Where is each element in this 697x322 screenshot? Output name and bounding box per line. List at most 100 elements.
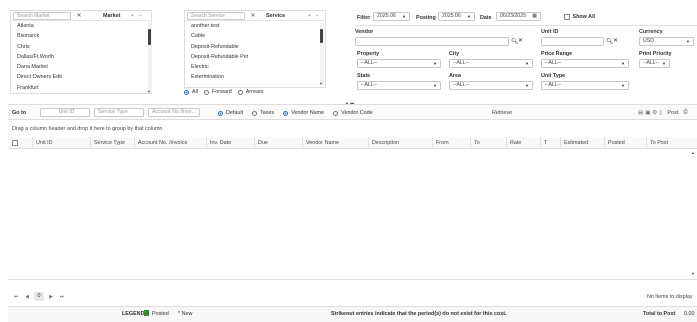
- chevron-down-icon: ▼: [433, 61, 437, 66]
- market-clear-icon[interactable]: ✕: [75, 12, 83, 19]
- chevron-down-icon: ▼: [621, 83, 625, 88]
- grid-scroll-down-icon[interactable]: ▼: [691, 271, 695, 276]
- property-select[interactable]: --ALL-- ▼: [357, 59, 441, 68]
- posting-period-select[interactable]: 2025.06 ▼: [438, 12, 475, 21]
- column-unit-id[interactable]: Unit ID: [32, 137, 90, 149]
- scope-all-radio[interactable]: [184, 89, 189, 95]
- first-page-icon[interactable]: ⏮: [12, 294, 20, 300]
- market-scroll-thumb[interactable]: [148, 29, 151, 45]
- price-range-select[interactable]: --ALL-- ▼: [541, 59, 629, 68]
- filter-period-value: 2025.06: [377, 13, 396, 19]
- print-priority-select[interactable]: --ALL-- ▼: [639, 59, 670, 68]
- column-rate[interactable]: Rate: [506, 137, 540, 149]
- column-to[interactable]: To: [470, 137, 506, 149]
- column-estimated[interactable]: Estimated: [560, 137, 604, 149]
- property-label: Property: [357, 51, 380, 57]
- service-scroll-down-icon[interactable]: ▼: [319, 81, 323, 86]
- market-scroll-down-icon[interactable]: ▼: [147, 89, 151, 94]
- service-list-item[interactable]: Electric: [185, 62, 325, 72]
- column-description[interactable]: Description: [368, 137, 432, 149]
- scope-forward-radio[interactable]: [204, 89, 209, 95]
- column-from[interactable]: From: [432, 137, 470, 149]
- prev-page-icon[interactable]: ◀: [23, 294, 31, 300]
- column-inv-date[interactable]: Inv. Date: [206, 137, 254, 149]
- service-scroll-thumb[interactable]: [320, 29, 323, 43]
- goto-account-input[interactable]: Account No./Invo...: [148, 108, 200, 117]
- service-scrollbar[interactable]: [320, 23, 324, 85]
- currency-select[interactable]: USD ▼: [639, 37, 694, 46]
- market-scrollbar[interactable]: [148, 23, 152, 91]
- area-select[interactable]: --ALL-- ▼: [449, 81, 533, 90]
- print-icon[interactable]: ⎙: [683, 109, 687, 116]
- service-search-input[interactable]: Search Service: [187, 11, 245, 20]
- unit-id-input[interactable]: [541, 37, 604, 46]
- market-search-input[interactable]: Search Market: [13, 11, 71, 20]
- document-icon[interactable]: ▯: [659, 110, 662, 116]
- service-panel: Search Service ✕ Service + – another tes…: [184, 10, 326, 88]
- unit-type-select[interactable]: --ALL-- ▼: [541, 81, 629, 90]
- columns-icon[interactable]: ▤: [638, 110, 643, 116]
- total-to-post-label: Total to Post: [643, 311, 676, 317]
- column-service-type[interactable]: Service Type: [90, 137, 134, 149]
- service-collapse-icon[interactable]: –: [313, 13, 321, 19]
- grid-body: [8, 149, 697, 279]
- goto-service-type-input[interactable]: Service Type: [94, 108, 144, 117]
- view-vendor-name-radio[interactable]: [283, 110, 289, 116]
- vendor-clear-icon[interactable]: ✕: [518, 37, 523, 44]
- column-due[interactable]: Due: [254, 137, 302, 149]
- service-list-item[interactable]: Deposit-Refundable Pet: [185, 52, 325, 62]
- vendor-input[interactable]: [355, 37, 509, 46]
- date-input[interactable]: 06/23/2025 ▦: [496, 12, 541, 21]
- service-list-item[interactable]: Cable: [185, 31, 325, 41]
- market-list-item[interactable]: Chris: [11, 42, 151, 52]
- save-icon[interactable]: ▣: [645, 110, 650, 116]
- currency-label: Currency: [639, 29, 663, 35]
- next-page-icon[interactable]: ▶: [47, 294, 55, 300]
- market-list-item[interactable]: Dallas/Ft.Worth: [11, 52, 151, 62]
- market-list-item[interactable]: Bismarck: [11, 31, 151, 41]
- service-clear-icon[interactable]: ✕: [249, 12, 257, 19]
- unit-id-clear-icon[interactable]: ✕: [613, 37, 618, 44]
- filter-period-select[interactable]: 2025.06 ▼: [373, 12, 410, 21]
- column-account-invoice[interactable]: Account No. /Invoice: [134, 137, 206, 149]
- service-list-item[interactable]: another test: [185, 21, 325, 31]
- market-sort-icon[interactable]: +: [128, 13, 136, 19]
- chevron-down-icon: ▼: [525, 61, 529, 66]
- market-collapse-icon[interactable]: –: [136, 13, 144, 19]
- view-default-radio[interactable]: [218, 110, 223, 116]
- market-list-item[interactable]: Direct Owners Edit: [11, 72, 151, 82]
- market-list-item[interactable]: Atlanta: [11, 21, 151, 31]
- goto-label: Go to: [12, 110, 27, 116]
- strikeout-note: Strikeout entries indicate that the peri…: [331, 311, 507, 317]
- column-posted[interactable]: Posted: [604, 137, 646, 149]
- grid-scroll-up-icon[interactable]: ▲: [691, 150, 695, 155]
- view-taxes-radio[interactable]: [252, 110, 258, 116]
- last-page-icon[interactable]: ⏭: [58, 294, 66, 300]
- column-to-post[interactable]: To Post: [646, 137, 697, 149]
- state-select[interactable]: --ALL-- ▼: [357, 81, 441, 90]
- post-button[interactable]: Post: [667, 110, 678, 116]
- unit-type-label: Unit Type: [541, 73, 566, 79]
- scope-arrears-radio[interactable]: [237, 89, 243, 95]
- city-select[interactable]: --ALL-- ▼: [449, 59, 533, 68]
- app-root: Search Market ✕ Market + – Atlanta Bismar…: [0, 0, 697, 322]
- goto-unit-id-input[interactable]: Unit ID: [40, 108, 90, 117]
- market-list: Atlanta Bismarck Chris Dallas/Ft.Worth Dana …: [11, 21, 151, 93]
- service-sort-icon[interactable]: +: [305, 13, 313, 19]
- settings-icon[interactable]: ⚙: [652, 110, 657, 116]
- show-all-checkbox[interactable]: [564, 14, 570, 20]
- print-priority-value: --ALL--: [643, 60, 660, 66]
- retrieve-button[interactable]: Retrieve: [492, 110, 512, 116]
- market-list-item[interactable]: Frankfurt: [11, 83, 151, 93]
- market-list-item[interactable]: Dana Market: [11, 62, 151, 72]
- service-list: another test Cable Deposit-Refundable Depos…: [185, 21, 325, 83]
- service-list-item[interactable]: Deposit-Refundable: [185, 42, 325, 52]
- show-all-toggle[interactable]: Show All: [564, 14, 595, 20]
- column-t[interactable]: T: [540, 137, 560, 149]
- service-list-item[interactable]: Extermination: [185, 72, 325, 82]
- page-number[interactable]: 0: [34, 292, 44, 301]
- view-vendor-code-radio[interactable]: [333, 110, 339, 116]
- column-vendor-name[interactable]: Vendor Name: [302, 137, 368, 149]
- select-all-checkbox[interactable]: [12, 140, 18, 146]
- calendar-icon[interactable]: ▦: [532, 13, 537, 20]
